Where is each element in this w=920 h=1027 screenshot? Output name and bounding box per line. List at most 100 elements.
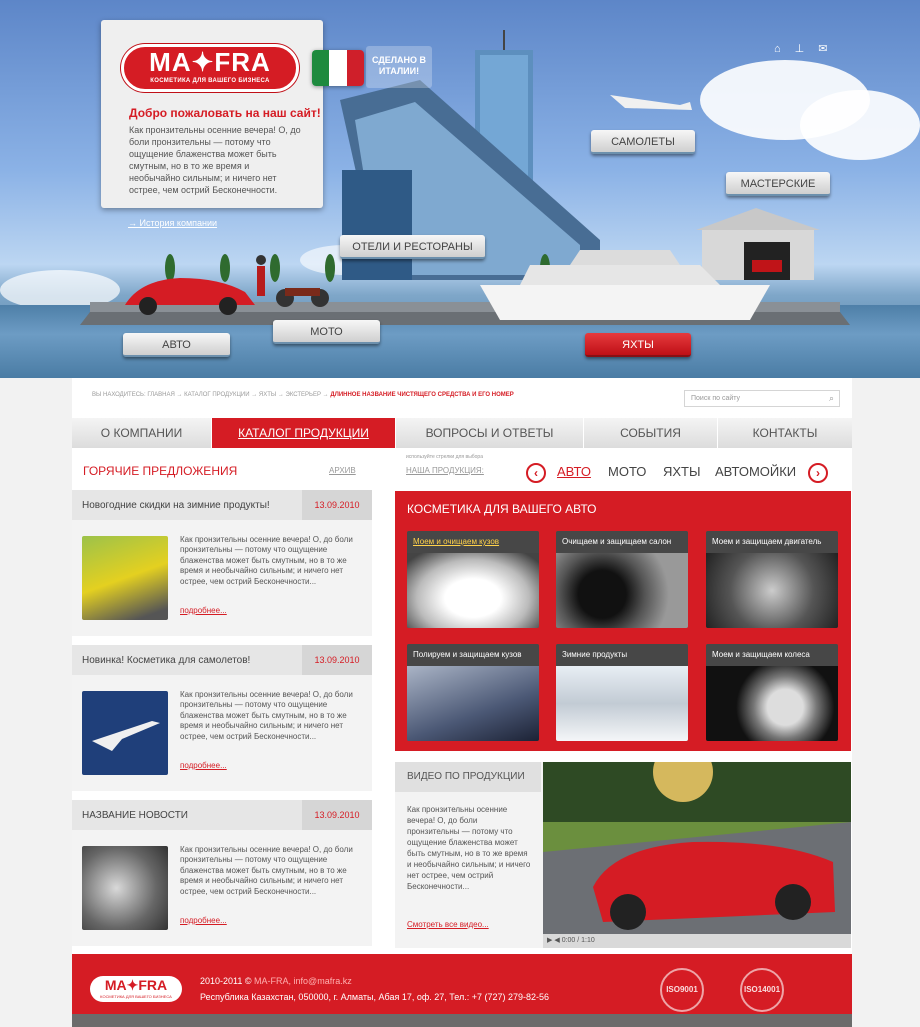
airplane-image[interactable] (82, 691, 168, 775)
video-text: Как пронзительны осенние вечера! О, до б… (407, 805, 531, 891)
menu-item-about[interactable]: О КОМПАНИИ (72, 418, 212, 448)
welcome-text: Как пронзительны осенние вечера! О, до б… (129, 125, 301, 195)
video-frame (543, 762, 851, 934)
hero-banner: MA✦FRA КОСМЕТИКА ДЛЯ ВАШЕГО БИЗНЕСА Добр… (0, 0, 920, 378)
footer-logo-text: MA✦FRA (104, 977, 168, 993)
video-section: ВИДЕО ПО ПРОДУКЦИИ Как пронзительны осен… (395, 762, 851, 948)
logo-text: MA✦FRA (149, 47, 271, 77)
breadcrumb: ВЫ НАХОДИТЕСЬ: ГЛАВНАЯ → КАТАЛОГ ПРОДУКЦ… (92, 392, 514, 398)
category-yachts[interactable]: ЯХТЫ (663, 464, 701, 479)
car-hood-image (407, 666, 539, 741)
category-carwash[interactable]: АВТОМОЙКИ (715, 464, 796, 479)
page-bottom (0, 1014, 920, 1027)
products-heading: НАША ПРОДУКЦИЯ: (406, 466, 484, 475)
iso14001-badge: ISO14001 (740, 968, 784, 1012)
news-text: Как пронзительны осенние вечера! О, до б… (180, 535, 353, 586)
player-controls[interactable]: ▶ ◀ 0:00 / 1:10 (543, 934, 851, 948)
tile-label: Моем и защищаем двигатель (706, 531, 838, 553)
iso9001-badge: ISO9001 (660, 968, 704, 1012)
breadcrumb-current: ДЛИННОЕ НАЗВАНИЕ ЧИСТЯЩЕГО СРЕДСТВА И ЕГ… (330, 392, 514, 398)
player-time: 0:00 / 1:10 (561, 937, 595, 944)
winter-suv-image (556, 666, 688, 741)
company-name: MA-FRA, (254, 976, 292, 986)
sitemap-icon[interactable]: ⊥ (795, 43, 819, 55)
menu-item-events[interactable]: СОБЫТИЯ (584, 418, 718, 448)
breadcrumb-path[interactable]: ГЛАВНАЯ → КАТАЛОГ ПРОДУКЦИИ → ЯХТЫ → ЭКС… (147, 392, 328, 398)
engine-image (706, 553, 838, 628)
cosmetics-box: КОСМЕТИКА ДЛЯ ВАШЕГО АВТО Моем и очищаем… (395, 491, 851, 751)
archive-link[interactable]: АРХИВ (329, 466, 356, 475)
menu-item-catalog[interactable]: КАТАЛОГ ПРОДУКЦИИ (212, 418, 396, 448)
video-player[interactable]: ▶ ◀ 0:00 / 1:10 (543, 762, 851, 948)
logo-tagline: КОСМЕТИКА ДЛЯ ВАШЕГО БИЗНЕСА (150, 78, 270, 84)
arrow-left-icon[interactable]: ‹ (526, 463, 546, 483)
news-title[interactable]: НАЗВАНИЕ НОВОСТИ (82, 810, 188, 821)
search-icon[interactable]: ⌕ (829, 391, 834, 406)
news-title[interactable]: Новогодние скидки на зимние продукты! (82, 500, 270, 511)
category-moto[interactable]: МОТО (608, 464, 646, 479)
planes-button[interactable]: САМОЛЕТЫ (591, 130, 695, 154)
news-item: НАЗВАНИЕ НОВОСТИ 13.09.2010 Как пронзите… (72, 800, 372, 946)
logo[interactable]: MA✦FRA КОСМЕТИКА ДЛЯ ВАШЕГО БИЗНЕСА (121, 44, 299, 92)
tile-label: Полируем и защищаем кузов (407, 644, 539, 666)
menu-item-faq[interactable]: ВОПРОСЫ И ОТВЕТЫ (396, 418, 584, 448)
footer-address: Республика Казахстан, 050000, г. Алматы,… (200, 992, 550, 1002)
products-hint: используйте стрелки для выбора (406, 454, 483, 460)
hotels-restaurants-button[interactable]: ОТЕЛИ И РЕСТОРАНЫ (340, 235, 485, 259)
history-link[interactable]: → История компании (128, 218, 217, 228)
copyright-text: 2010-2011 © (200, 976, 252, 986)
play-icon[interactable]: ▶ (547, 937, 552, 944)
arrow-right-icon[interactable]: › (808, 463, 828, 483)
news-item: Новогодние скидки на зимние продукты! 13… (72, 490, 372, 636)
menu-item-contacts[interactable]: КОНТАКТЫ (718, 418, 852, 448)
welcome-title: Добро пожаловать на наш сайт! (129, 106, 321, 120)
yachts-button[interactable]: ЯХТЫ (585, 333, 691, 357)
tile-label: Зимние продукты (556, 644, 688, 666)
footer-logo[interactable]: MA✦FRA КОСМЕТИКА ДЛЯ ВАШЕГО БИЗНЕСА (90, 976, 182, 1002)
news-title[interactable]: Новинка! Косметика для самолетов! (82, 655, 250, 666)
hot-offers-title: ГОРЯЧИЕ ПРЕДЛОЖЕНИЯ (83, 464, 238, 478)
product-tile[interactable]: Зимние продукты (556, 644, 688, 741)
main-menu: О КОМПАНИИ КАТАЛОГ ПРОДУКЦИИ ВОПРОСЫ И О… (72, 418, 852, 448)
workshops-button[interactable]: МАСТЕРСКИЕ (726, 172, 830, 196)
mail-icon[interactable]: ✉ (818, 43, 841, 55)
read-more-link[interactable]: подробнее... (180, 761, 227, 770)
category-auto[interactable]: АВТО (557, 464, 591, 479)
video-title: ВИДЕО ПО ПРОДУКЦИИ (395, 762, 541, 792)
news-item: Новинка! Косметика для самолетов! 13.09.… (72, 645, 372, 791)
tile-label: Моем и защищаем колеса (706, 644, 838, 666)
bottom-bar (72, 1014, 852, 1027)
wheel-image (706, 666, 838, 741)
footer-logo-tagline: КОСМЕТИКА ДЛЯ ВАШЕГО БИЗНЕСА (100, 994, 172, 999)
tile-label: Моем и очищаем кузов (407, 531, 539, 553)
news-text: Как пронзительны осенние вечера! О, до б… (180, 690, 353, 741)
news-text: Как пронзительны осенние вечера! О, до б… (180, 845, 353, 896)
product-tile[interactable]: Моем и очищаем кузов (407, 531, 539, 628)
main-content: ВЫ НАХОДИТЕСЬ: ГЛАВНАЯ → КАТАЛОГ ПРОДУКЦ… (72, 378, 852, 1027)
welcome-panel: MA✦FRA КОСМЕТИКА ДЛЯ ВАШЕГО БИЗНЕСА Добр… (101, 20, 323, 208)
read-more-link[interactable]: подробнее... (180, 916, 227, 925)
read-more-link[interactable]: подробнее... (180, 606, 227, 615)
engine-image[interactable] (82, 846, 168, 930)
volume-icon[interactable]: ◀ (554, 937, 559, 944)
truck-image[interactable] (82, 536, 168, 620)
cosmetics-title: КОСМЕТИКА ДЛЯ ВАШЕГО АВТО (407, 502, 597, 516)
top-icons: ⌂⊥✉ (774, 42, 841, 55)
all-videos-link[interactable]: Смотреть все видео... (407, 920, 489, 929)
product-tile[interactable]: Полируем и защищаем кузов (407, 644, 539, 741)
auto-button[interactable]: АВТО (123, 333, 230, 357)
breadcrumb-prefix: ВЫ НАХОДИТЕСЬ: (92, 392, 146, 398)
product-tile[interactable]: Очищаем и защищаем салон (556, 531, 688, 628)
product-tile[interactable]: Моем и защищаем двигатель (706, 531, 838, 628)
white-car-image (407, 553, 539, 628)
news-date: 13.09.2010 (302, 645, 372, 675)
news-date: 13.09.2010 (302, 800, 372, 830)
product-tile[interactable]: Моем и защищаем колеса (706, 644, 838, 741)
home-icon[interactable]: ⌂ (774, 43, 795, 55)
moto-button[interactable]: МОТО (273, 320, 380, 344)
email-link[interactable]: info@mafra.kz (294, 976, 352, 986)
airplane-icon (92, 721, 160, 751)
steering-wheel-image (556, 553, 688, 628)
search-input[interactable]: Поиск по сайту ⌕ (684, 390, 840, 407)
italy-flag-icon (312, 50, 364, 86)
